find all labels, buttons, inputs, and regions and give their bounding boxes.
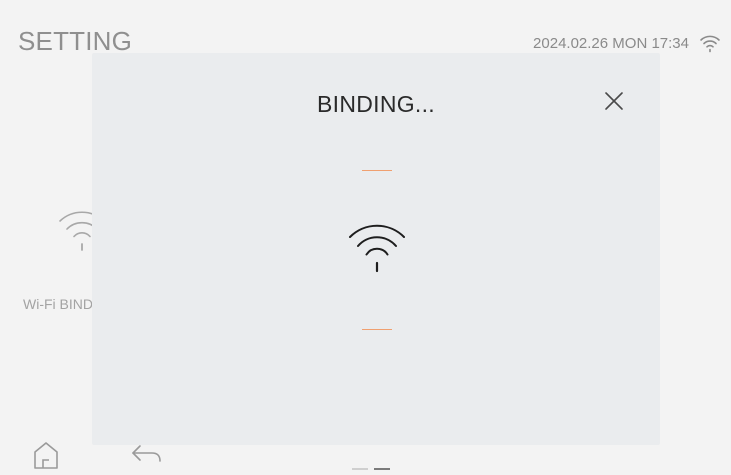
close-icon[interactable] xyxy=(603,90,625,117)
page-dot[interactable] xyxy=(352,468,368,470)
wifi-binding-tile-label[interactable]: Wi-Fi BINDING xyxy=(23,296,93,312)
home-icon[interactable] xyxy=(32,440,60,475)
binding-dialog: BINDING... xyxy=(92,53,660,445)
status-area: 2024.02.26 MON 17:34 xyxy=(533,33,721,53)
wifi-icon xyxy=(347,221,407,284)
page-indicator xyxy=(352,468,390,470)
dialog-title: BINDING... xyxy=(316,91,435,117)
back-arrow-icon[interactable] xyxy=(130,443,164,470)
page-dot-active[interactable] xyxy=(374,468,390,470)
accent-divider-top xyxy=(362,170,392,171)
date-time: 2024.02.26 MON 17:34 xyxy=(533,34,689,52)
wifi-icon xyxy=(699,33,721,53)
accent-divider-bottom xyxy=(362,329,392,330)
